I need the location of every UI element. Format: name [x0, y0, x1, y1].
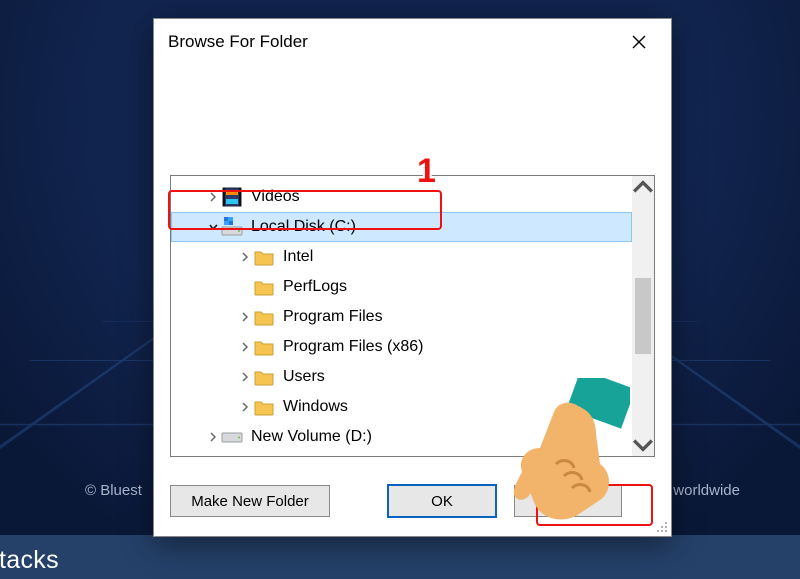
folder-icon: [253, 306, 275, 328]
chevron-right-icon[interactable]: [237, 302, 253, 332]
tree-item-label: Program Files (x86): [283, 338, 423, 356]
vertical-scrollbar[interactable]: [632, 176, 654, 456]
tree-item[interactable]: Intel: [171, 242, 632, 272]
chevron-up-icon: [632, 176, 654, 198]
tree-item[interactable]: Program Files (x86): [171, 332, 632, 362]
bg-copyright-right: worldwide: [673, 482, 740, 499]
tree-item[interactable]: PerfLogs: [171, 272, 632, 302]
tree-item-label: Local Disk (C:): [251, 218, 356, 236]
folder-icon: [253, 336, 275, 358]
tree-item-label: Intel: [283, 248, 313, 266]
folder-icon: [253, 396, 275, 418]
tree-item[interactable]: Windows: [171, 392, 632, 422]
bg-footer-bar: ieStacks: [0, 535, 800, 579]
folder-tree-viewport[interactable]: Videos Local Disk (C:) Intel PerfLogs Progra…: [171, 176, 632, 456]
bg-brand-text: ieStacks: [0, 546, 59, 575]
resize-grip[interactable]: [653, 518, 669, 534]
dialog-titlebar: Browse For Folder: [154, 19, 671, 65]
folder-tree: Videos Local Disk (C:) Intel PerfLogs Progra…: [170, 175, 655, 457]
tree-item-label: Program Files: [283, 308, 383, 326]
annotation-number-2: 2: [569, 448, 588, 487]
make-new-folder-button[interactable]: Make New Folder: [170, 485, 330, 517]
tree-item[interactable]: Videos: [171, 182, 632, 212]
tree-item-label: Users: [283, 368, 325, 386]
scrollbar-thumb[interactable]: [635, 278, 651, 354]
folder-icon: [253, 246, 275, 268]
dialog-button-row: Make New Folder OK Cancel: [170, 484, 655, 518]
chevron-right-icon[interactable]: [237, 242, 253, 272]
tree-item[interactable]: Users: [171, 362, 632, 392]
bg-copyright-left: © Bluest: [85, 482, 142, 499]
scrollbar-track[interactable]: [632, 198, 654, 434]
tree-item-label: Windows: [283, 398, 348, 416]
folder-icon: [253, 366, 275, 388]
resize-grip-icon: [653, 518, 669, 534]
close-icon: [632, 35, 646, 49]
browse-folder-dialog: Browse For Folder Videos Local Disk (C:) I…: [153, 18, 672, 537]
chevron-right-icon[interactable]: [237, 332, 253, 362]
chevron-right-icon[interactable]: [237, 362, 253, 392]
expander-placeholder: [237, 272, 253, 302]
tree-item-label: Videos: [251, 188, 300, 206]
videos-icon: [221, 186, 243, 208]
cancel-button[interactable]: Cancel: [514, 485, 622, 517]
ok-button[interactable]: OK: [388, 485, 496, 517]
drive-icon: [221, 426, 243, 448]
chevron-right-icon[interactable]: [237, 392, 253, 422]
chevron-right-icon[interactable]: [205, 422, 221, 452]
folder-icon: [253, 276, 275, 298]
dialog-title: Browse For Folder: [168, 32, 308, 52]
chevron-right-icon[interactable]: [205, 182, 221, 212]
scroll-down-button[interactable]: [632, 434, 654, 456]
tree-item-label: PerfLogs: [283, 278, 347, 296]
close-button[interactable]: [621, 24, 657, 60]
tree-item-label: New Volume (D:): [251, 428, 372, 446]
drive-c-icon: [221, 216, 243, 238]
scroll-up-button[interactable]: [632, 176, 654, 198]
chevron-down-icon: [632, 434, 654, 456]
annotation-number-1: 1: [417, 152, 436, 191]
tree-item[interactable]: Program Files: [171, 302, 632, 332]
tree-item[interactable]: New Volume (D:): [171, 422, 632, 452]
tree-item[interactable]: Local Disk (C:): [171, 212, 632, 242]
chevron-down-icon[interactable]: [205, 212, 221, 242]
